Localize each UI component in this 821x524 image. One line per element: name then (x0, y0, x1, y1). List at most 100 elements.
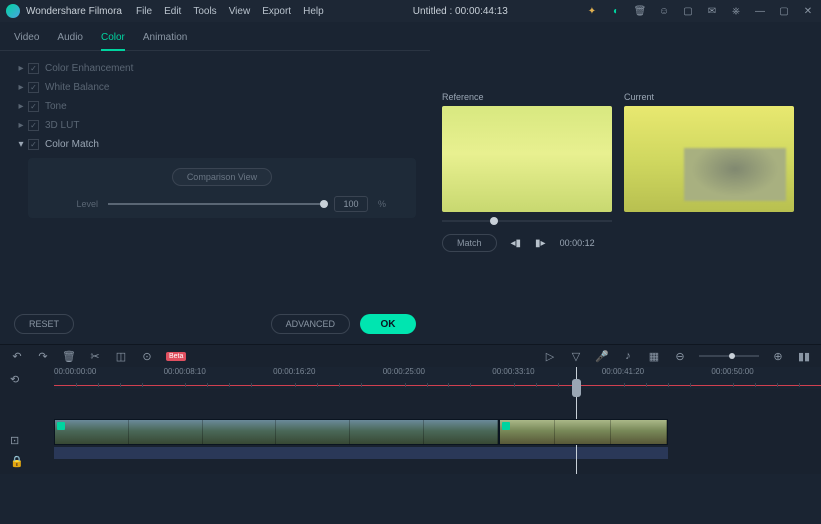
prev-frame-icon[interactable]: ◂▮ (511, 238, 522, 249)
playhead-handle-icon[interactable] (572, 379, 581, 397)
section-color-match[interactable]: ▾ ✓ Color Match (14, 135, 416, 154)
app-brand: Wondershare Filmora (26, 6, 122, 17)
level-value[interactable]: 100 (334, 196, 368, 212)
crop-icon[interactable]: ◫ (114, 349, 128, 363)
comparison-view-button[interactable]: Comparison View (172, 168, 272, 186)
reference-label: Reference (442, 92, 612, 102)
video-clip-1[interactable] (54, 419, 499, 445)
delete-icon[interactable]: 🗑 (62, 349, 76, 363)
timeline-tracks[interactable]: 00:00:00:0000:00:08:1000:00:16:2000:00:2… (54, 367, 821, 474)
ruler-tick: 00:00:50:00 (711, 367, 753, 376)
support-icon[interactable]: ◐ (609, 4, 623, 18)
play-icon[interactable]: ▷ (543, 349, 557, 363)
preview-timecode: 00:00:12 (560, 238, 595, 248)
ok-button[interactable]: OK (360, 314, 416, 334)
ruler-tick: 00:00:33:10 (492, 367, 534, 376)
minimize-icon[interactable]: — (753, 4, 767, 18)
color-match-content: Comparison View Level 100 % (28, 158, 416, 218)
level-label: Level (58, 199, 98, 209)
tab-video[interactable]: Video (14, 28, 39, 50)
timeline-toolbar: ↶ ↷ 🗑 ✂ ◫ ⊙ Beta ▷ ▽ 🎤 ♪ ▦ ⊖ ⊕ ▮▮ (0, 345, 821, 367)
menu-help[interactable]: Help (303, 6, 324, 17)
preview-panel: Reference Current Match ◂▮ ▮▸ 00:00:12 (430, 22, 821, 344)
back-icon[interactable]: ⟲ (10, 373, 19, 386)
checkbox-icon[interactable]: ✓ (28, 82, 39, 93)
section-label: White Balance (45, 82, 109, 93)
message-icon[interactable]: ✉ (705, 4, 719, 18)
account-icon[interactable]: ☺ (657, 4, 671, 18)
close-icon[interactable]: ✕ (801, 4, 815, 18)
mixer-icon[interactable]: ♪ (621, 349, 635, 363)
menu-tools[interactable]: Tools (193, 6, 216, 17)
zoom-out-icon[interactable]: ⊖ (673, 349, 687, 363)
track-header: ⟲ ⊡ 🔒 (0, 367, 54, 474)
match-button[interactable]: Match (442, 234, 497, 252)
reset-button[interactable]: RESET (14, 314, 74, 334)
tab-color[interactable]: Color (101, 28, 125, 51)
section-label: 3D LUT (45, 120, 79, 131)
inspector-tabs: Video Audio Color Animation (0, 22, 430, 51)
section-3d-lut[interactable]: ▸ ✓ 3D LUT (14, 116, 416, 135)
next-frame-icon[interactable]: ▮▸ (535, 238, 546, 249)
app-logo-icon (6, 4, 20, 18)
redo-icon[interactable]: ↷ (36, 349, 50, 363)
zoom-in-icon[interactable]: ⊕ (771, 349, 785, 363)
menu-edit[interactable]: Edit (164, 6, 181, 17)
checkbox-icon[interactable]: ✓ (28, 63, 39, 74)
chevron-right-icon: ▸ (14, 63, 28, 74)
ruler-tick: 00:00:08:10 (164, 367, 206, 376)
link-icon[interactable]: ⊡ (10, 434, 19, 447)
zoom-slider[interactable] (699, 355, 759, 357)
menu-file[interactable]: File (136, 6, 152, 17)
checkbox-icon[interactable]: ✓ (28, 139, 39, 150)
level-slider[interactable] (108, 203, 324, 205)
project-title: Untitled : 00:00:44:13 (336, 6, 585, 17)
current-label: Current (624, 92, 794, 102)
slider-thumb-icon[interactable] (320, 200, 328, 208)
advanced-button[interactable]: ADVANCED (271, 314, 350, 334)
undo-icon[interactable]: ↶ (10, 349, 24, 363)
section-color-enhancement[interactable]: ▸ ✓ Color Enhancement (14, 59, 416, 78)
library-icon[interactable]: ▢ (681, 4, 695, 18)
premium-icon[interactable]: ✦ (585, 4, 599, 18)
tab-animation[interactable]: Animation (143, 28, 187, 50)
timeline-ruler[interactable]: 00:00:00:0000:00:08:1000:00:16:2000:00:2… (54, 367, 821, 389)
section-tone[interactable]: ▸ ✓ Tone (14, 97, 416, 116)
tab-audio[interactable]: Audio (57, 28, 83, 50)
mic-icon[interactable]: ⎈ (729, 4, 743, 18)
chevron-right-icon: ▸ (14, 101, 28, 112)
beta-badge: Beta (166, 352, 186, 361)
checkbox-icon[interactable]: ✓ (28, 101, 39, 112)
scrubber-knob-icon[interactable] (490, 217, 498, 225)
chevron-down-icon: ▾ (14, 139, 28, 150)
video-clip-2[interactable] (499, 419, 668, 445)
ruler-tick: 00:00:00:00 (54, 367, 96, 376)
menu-export[interactable]: Export (262, 6, 291, 17)
trash-icon[interactable]: 🗑 (633, 4, 647, 18)
speed-icon[interactable]: ⊙ (140, 349, 154, 363)
section-label: Tone (45, 101, 67, 112)
section-label: Color Enhancement (45, 63, 133, 74)
color-panel: ▸ ✓ Color Enhancement ▸ ✓ White Balance … (0, 51, 430, 306)
preview-scrubber[interactable] (442, 218, 612, 224)
section-white-balance[interactable]: ▸ ✓ White Balance (14, 78, 416, 97)
checkbox-icon[interactable]: ✓ (28, 120, 39, 131)
chevron-right-icon: ▸ (14, 120, 28, 131)
ruler-tick: 00:00:25:00 (383, 367, 425, 376)
ruler-tick: 00:00:41:20 (602, 367, 644, 376)
percent-label: % (378, 199, 386, 209)
current-preview (624, 106, 794, 212)
timeline-area: ↶ ↷ 🗑 ✂ ◫ ⊙ Beta ▷ ▽ 🎤 ♪ ▦ ⊖ ⊕ ▮▮ ⟲ ⊡ 🔒 (0, 344, 821, 474)
effect-flag-icon (57, 422, 65, 430)
split-icon[interactable]: ✂ (88, 349, 102, 363)
menu-view[interactable]: View (229, 6, 251, 17)
lock-icon[interactable]: 🔒 (10, 455, 24, 468)
maximize-icon[interactable]: ▢ (777, 4, 791, 18)
title-bar: Wondershare Filmora File Edit Tools View… (0, 0, 821, 22)
inspector-panel: Video Audio Color Animation ▸ ✓ Color En… (0, 22, 430, 344)
effect-flag-icon (502, 422, 510, 430)
marker-icon[interactable]: ▽ (569, 349, 583, 363)
zoom-fit-icon[interactable]: ▮▮ (797, 349, 811, 363)
voiceover-icon[interactable]: 🎤 (595, 349, 609, 363)
render-icon[interactable]: ▦ (647, 349, 661, 363)
